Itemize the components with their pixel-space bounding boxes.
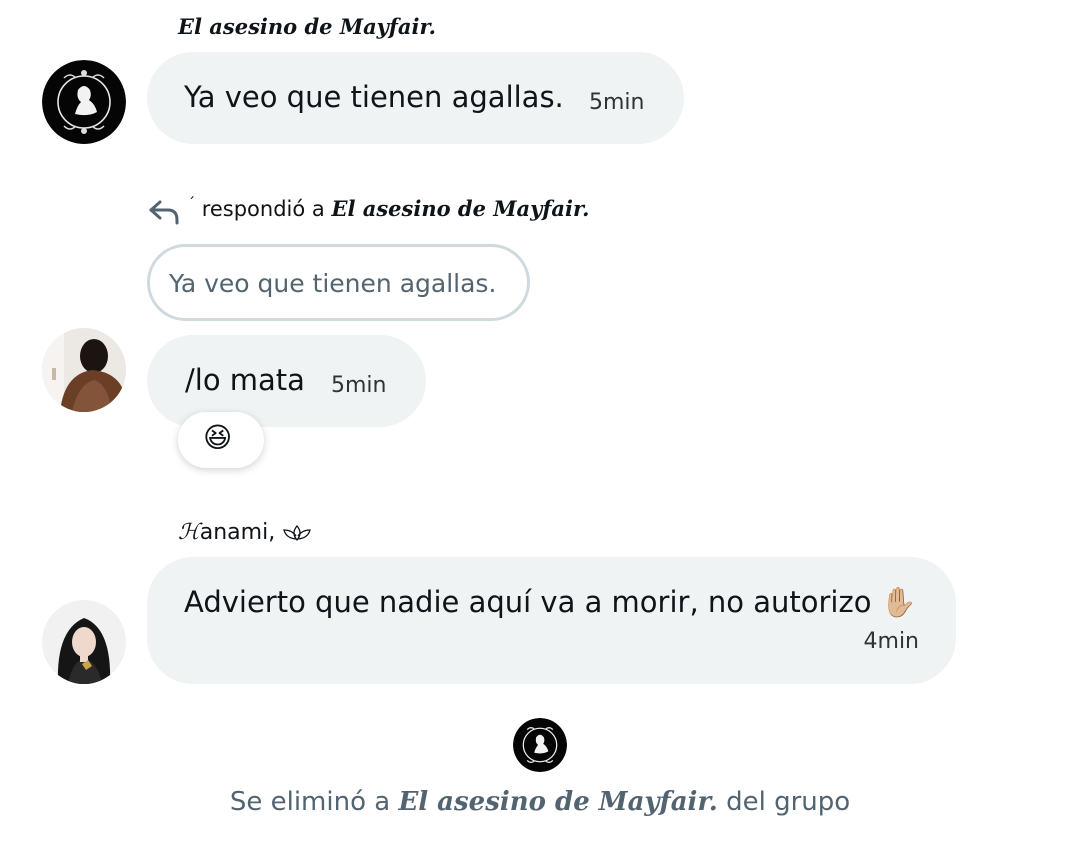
message-bubble[interactable]: Ya veo que tienen agallas. 5min	[147, 52, 684, 144]
quoted-message[interactable]: Ya veo que tienen agallas.	[147, 244, 530, 321]
reply-context: ´ respondió a El asesino de Mayfair.	[188, 196, 590, 221]
sender-avatar[interactable]	[42, 600, 126, 684]
system-user-name[interactable]: El asesino de Mayfair.	[398, 787, 717, 817]
message-bubble[interactable]: Advierto que nadie aquí va a morir, no a…	[147, 557, 956, 684]
lotus-icon	[283, 525, 312, 541]
reply-prefix: respondió a	[201, 197, 325, 221]
message-time: 5min	[331, 373, 387, 398]
sender-avatar[interactable]	[42, 60, 126, 144]
message-bubble[interactable]: /lo mata 5min	[147, 335, 426, 427]
sender-avatar[interactable]	[42, 328, 126, 412]
sender-name-rest: anami,	[199, 520, 276, 545]
message-time: 4min	[863, 629, 919, 654]
system-avatar[interactable]	[513, 718, 567, 772]
sender-name[interactable]: ℋanami,	[178, 520, 312, 545]
laughing-face-icon: 😆	[203, 421, 233, 454]
silhouette-cameo-icon	[42, 60, 126, 144]
message-text-content: Advierto que nadie aquí va a morir, no a…	[184, 585, 872, 619]
sender-initial: ℋ	[178, 520, 200, 545]
system-message: Se eliminó a El asesino de Mayfair. del …	[0, 787, 1080, 817]
message-text: Advierto que nadie aquí va a morir, no a…	[184, 585, 917, 620]
person-back-photo	[42, 328, 126, 412]
reply-arrow-icon	[146, 196, 182, 226]
system-suffix: del grupo	[726, 787, 851, 817]
quoted-text: Ya veo que tienen agallas.	[169, 269, 497, 298]
message-time: 5min	[589, 90, 645, 115]
reaction-badge[interactable]: 😆	[178, 412, 264, 468]
silhouette-cameo-icon	[513, 718, 567, 772]
message-text: Ya veo que tienen agallas.	[184, 80, 564, 114]
message-text: /lo mata	[185, 363, 305, 397]
girl-portrait-photo	[42, 600, 126, 684]
reply-target-name[interactable]: El asesino de Mayfair.	[331, 196, 589, 221]
system-prefix: Se eliminó a	[229, 787, 391, 817]
raised-hand-emoji: ✋🏼	[880, 585, 917, 619]
sender-name[interactable]: El asesino de Mayfair.	[178, 14, 436, 39]
